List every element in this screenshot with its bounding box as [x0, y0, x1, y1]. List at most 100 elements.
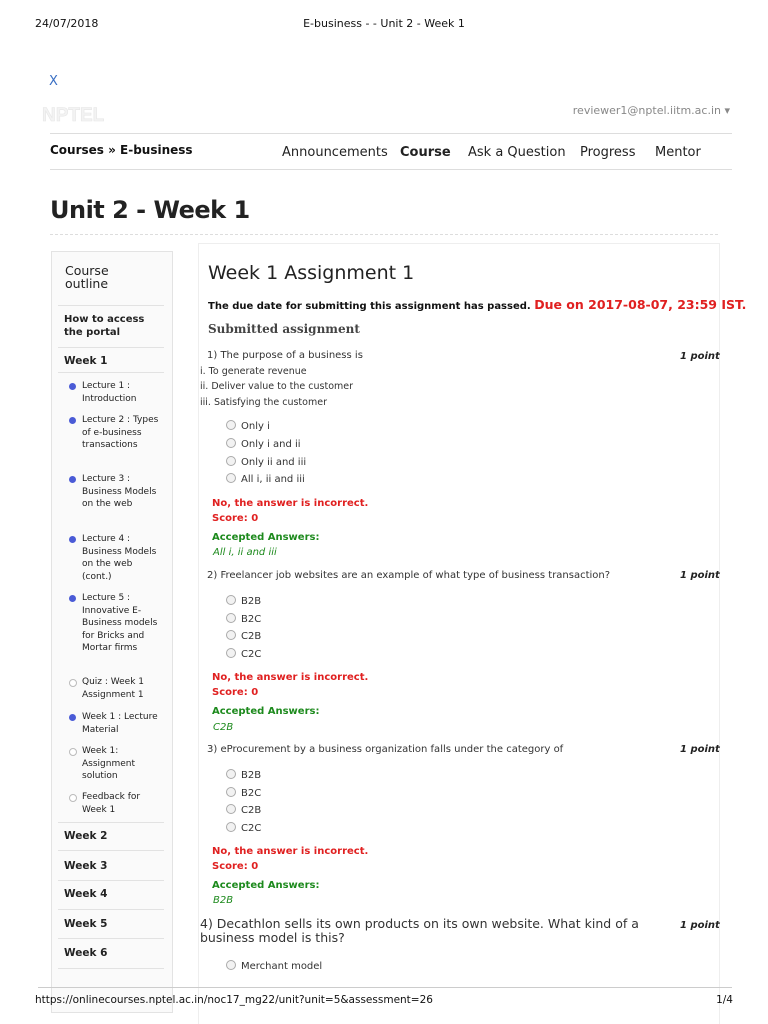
answer-option[interactable]: B2C [226, 613, 261, 625]
option-label: C2C [241, 649, 262, 660]
option-label: C2B [241, 805, 262, 816]
answer-option[interactable]: Only i and ii [226, 438, 301, 450]
sidebar-item-week-1[interactable]: Week 1 [64, 355, 107, 367]
nptel-logo-mark: NPTEL [42, 105, 105, 127]
answer-option[interactable]: B2B [226, 595, 261, 607]
nav-announcements[interactable]: Announcements [282, 145, 388, 160]
option-label: B2C [241, 614, 262, 625]
radio-button[interactable] [226, 648, 236, 658]
accepted-answers-label: Accepted Answers: [212, 532, 320, 543]
accepted-answer: C2B [213, 722, 234, 733]
breadcrumb[interactable]: Courses » E-business [50, 143, 193, 157]
question-points: 1 point [680, 744, 720, 755]
incorrect-feedback: No, the answer is incorrect. [212, 498, 369, 509]
sidebar-divider [58, 938, 164, 939]
incorrect-feedback: No, the answer is incorrect. [212, 846, 369, 857]
lesson-label: Feedback for Week 1 [82, 792, 141, 815]
option-label: Only i [241, 421, 270, 432]
user-menu[interactable]: reviewer1@nptel.iitm.ac.in ▾ [573, 104, 730, 117]
sidebar-item-week-4[interactable]: Week 4 [64, 888, 107, 900]
radio-button[interactable] [226, 420, 236, 430]
sidebar-divider [58, 822, 164, 823]
print-url: https://onlinecourses.nptel.ac.in/noc17_… [35, 994, 433, 1006]
question-points: 1 point [680, 351, 720, 362]
due-notice: The due date for submitting this assignm… [208, 297, 746, 312]
answer-option[interactable]: B2C [226, 787, 261, 799]
radio-button[interactable] [226, 456, 236, 466]
radio-button[interactable] [226, 769, 236, 779]
option-label: Only ii and iii [241, 457, 307, 468]
option-label: Merchant model [241, 961, 323, 972]
lesson-label: Week 1: Assignment solution [82, 746, 135, 781]
accepted-answer: All i, ii and iii [213, 547, 277, 558]
answer-option[interactable]: Merchant model [226, 960, 322, 972]
sidebar-item-week-2[interactable]: Week 2 [64, 830, 107, 842]
lesson-label: Lecture 1 : Introduction [82, 381, 137, 404]
nav-mentor[interactable]: Mentor [655, 145, 701, 160]
radio-button[interactable] [226, 473, 236, 483]
answer-option[interactable]: Only ii and iii [226, 456, 306, 468]
lesson-label: Week 1 : Lecture Material [82, 712, 158, 735]
radio-button[interactable] [226, 630, 236, 640]
answer-option[interactable]: All i, ii and iii [226, 473, 305, 485]
question-statement: ii. Deliver value to the customer [200, 381, 354, 392]
nav-divider [50, 169, 732, 170]
completed-dot-icon [69, 714, 76, 721]
question-statement: i. To generate revenue [200, 366, 307, 377]
radio-button[interactable] [226, 804, 236, 814]
close-link[interactable]: X [49, 74, 58, 89]
nav-ask-question[interactable]: Ask a Question [468, 145, 566, 160]
nav-progress[interactable]: Progress [580, 145, 635, 160]
radio-button[interactable] [226, 787, 236, 797]
incomplete-dot-icon [69, 679, 77, 687]
lesson-label: Lecture 2 : Types of e-business transact… [82, 415, 159, 450]
option-label: C2C [241, 823, 262, 834]
answer-option[interactable]: B2B [226, 769, 261, 781]
option-label: Only i and ii [241, 439, 301, 450]
sidebar-divider [58, 909, 164, 910]
sidebar-item-week-3[interactable]: Week 3 [64, 860, 107, 872]
option-label: All i, ii and iii [241, 474, 305, 485]
option-label: C2B [241, 631, 262, 642]
sidebar-divider [58, 880, 164, 881]
completed-dot-icon [69, 536, 76, 543]
completed-dot-icon [69, 383, 76, 390]
answer-option[interactable]: C2B [226, 804, 261, 816]
print-title: E-business - - Unit 2 - Week 1 [303, 17, 465, 30]
option-label: B2C [241, 788, 262, 799]
radio-button[interactable] [226, 438, 236, 448]
due-date: Due on 2017-08-07, 23:59 IST. [534, 297, 747, 312]
course-outline-sidebar: Course outline How to access the portal … [51, 251, 173, 1013]
page-divider [38, 987, 732, 988]
question-text: 2) Freelancer job websites are an exampl… [207, 570, 611, 581]
sidebar-divider [58, 347, 164, 348]
assignment-title: Week 1 Assignment 1 [208, 262, 415, 284]
sidebar-item-week-6[interactable]: Week 6 [64, 947, 107, 959]
completed-dot-icon [69, 417, 76, 424]
completed-dot-icon [69, 595, 76, 602]
answer-option[interactable]: C2C [226, 822, 261, 834]
sidebar-item-week-5[interactable]: Week 5 [64, 918, 107, 930]
accepted-answers-label: Accepted Answers: [212, 880, 320, 891]
answer-option[interactable]: Only i [226, 420, 270, 432]
question-text: 1) The purpose of a business is [207, 350, 363, 361]
answer-option[interactable]: C2C [226, 648, 261, 660]
score: Score: 0 [212, 861, 259, 872]
radio-button[interactable] [226, 960, 236, 970]
incomplete-dot-icon [69, 748, 77, 756]
option-label: B2B [241, 596, 262, 607]
title-divider [50, 234, 718, 235]
nptel-logo[interactable]: NPTEL [40, 104, 112, 127]
sidebar-item-how-to-access[interactable]: How to access the portal [64, 314, 154, 339]
nav-course[interactable]: Course [400, 145, 451, 160]
radio-button[interactable] [226, 595, 236, 605]
radio-button[interactable] [226, 822, 236, 832]
question-points: 1 point [680, 920, 720, 931]
radio-button[interactable] [226, 613, 236, 623]
answer-option[interactable]: C2B [226, 630, 261, 642]
logo-text: NPTEL [42, 105, 105, 124]
incomplete-dot-icon [69, 794, 77, 802]
accepted-answer: B2B [213, 895, 234, 906]
header-divider [50, 133, 732, 134]
lesson-label: Lecture 3 : Business Models on the web [82, 474, 157, 509]
